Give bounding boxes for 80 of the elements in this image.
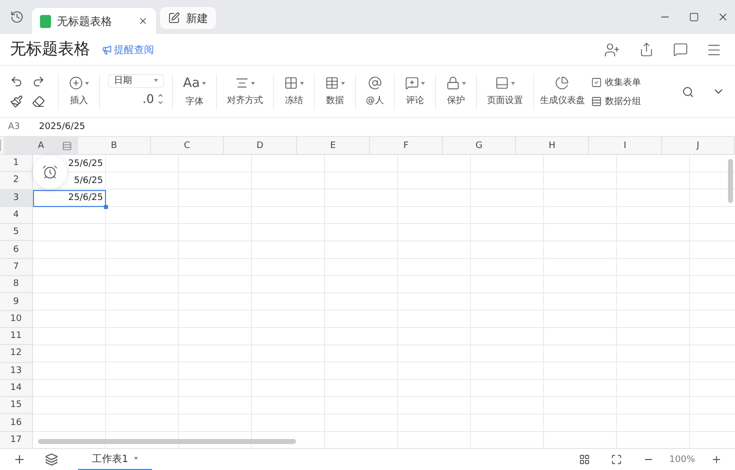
row-header[interactable]: 6 xyxy=(0,241,33,259)
document-tab[interactable]: 新建 xyxy=(160,7,216,29)
tool-icon xyxy=(494,76,509,90)
toolbar-button[interactable]: Aa 字体 xyxy=(177,76,212,108)
quick-action[interactable]: 收集表单 xyxy=(590,76,641,88)
remind-link[interactable]: 提醒查阅 xyxy=(102,42,154,56)
toolbar-button[interactable]: 页面设置 xyxy=(480,76,529,107)
column-header[interactable]: D xyxy=(224,137,297,155)
table-cell[interactable]: 5/6/25 xyxy=(74,176,106,186)
row-header[interactable]: 17 xyxy=(0,432,33,448)
document-title: 无标题表格 xyxy=(10,39,90,60)
megaphone-icon xyxy=(102,44,112,54)
formula-value[interactable]: 2025/6/25 xyxy=(33,122,86,132)
document-tab[interactable]: 无标题表格 xyxy=(32,8,156,34)
toolbar-button[interactable]: 对齐方式 xyxy=(220,76,269,107)
alarm-clock-icon xyxy=(42,164,58,180)
toolbar-button[interactable]: 插入 xyxy=(63,76,95,107)
eraser-icon xyxy=(32,95,45,108)
horizontal-scrollbar[interactable] xyxy=(38,439,296,444)
quick-action[interactable]: 数据分组 xyxy=(590,94,641,108)
undo-icon xyxy=(10,75,23,88)
column-header[interactable]: A xyxy=(5,137,78,155)
tool-icon xyxy=(324,76,339,90)
filter-icon[interactable] xyxy=(62,141,72,151)
edit-icon xyxy=(168,12,180,24)
table-cell[interactable]: 25/6/25 xyxy=(68,158,106,169)
cell-selection[interactable] xyxy=(33,190,106,207)
toolbar-button[interactable]: 评论 xyxy=(398,76,431,107)
tool-icon xyxy=(446,76,460,90)
row-header[interactable]: 16 xyxy=(0,414,33,432)
maximize-icon xyxy=(689,12,699,22)
column-header[interactable]: I xyxy=(589,137,662,155)
row-header[interactable]: 7 xyxy=(0,258,33,276)
row-header[interactable]: 10 xyxy=(0,310,33,328)
table-cell[interactable]: 25/6/25 xyxy=(68,193,106,204)
row-header[interactable]: 5 xyxy=(0,224,33,242)
column-header[interactable]: B xyxy=(78,137,151,155)
column-header[interactable]: G xyxy=(443,137,516,155)
close-icon xyxy=(138,16,148,26)
column-header[interactable]: E xyxy=(297,137,370,155)
row-header[interactable]: 11 xyxy=(0,328,33,346)
vertical-scrollbar[interactable] xyxy=(728,159,733,203)
tool-icon xyxy=(404,76,419,90)
row-header[interactable]: 3 xyxy=(0,190,33,207)
sheet-tab[interactable]: 工作表1 xyxy=(78,448,152,470)
column-header[interactable]: J xyxy=(662,137,735,155)
row-header[interactable]: 9 xyxy=(0,293,33,311)
column-header[interactable]: F xyxy=(370,137,443,155)
tool-icon xyxy=(284,76,298,90)
alarm-button[interactable] xyxy=(33,155,67,189)
toolbar-button[interactable]: 保护 xyxy=(440,76,472,107)
row-header[interactable]: 12 xyxy=(0,345,33,363)
checkbox-icon xyxy=(590,76,602,88)
column-header[interactable]: H xyxy=(516,137,589,155)
toolbar-button[interactable]: 冻结 xyxy=(278,76,310,107)
row-header[interactable]: 2 xyxy=(0,172,33,190)
column-header[interactable]: C xyxy=(151,137,224,155)
row-header[interactable]: 4 xyxy=(0,206,33,224)
row-header[interactable]: 13 xyxy=(0,362,33,380)
toolbar-button[interactable]: 数据 xyxy=(318,76,351,107)
toolbar-button[interactable]: @人 xyxy=(360,76,390,107)
sheet-icon xyxy=(40,14,51,28)
format-painter-icon xyxy=(10,95,23,108)
spinner-icon[interactable] xyxy=(157,92,164,106)
rows-icon xyxy=(590,96,602,106)
tool-icon xyxy=(234,76,249,90)
zoom-level: 100% xyxy=(669,454,695,464)
tool-icon xyxy=(368,76,382,90)
tool-icon xyxy=(555,76,570,90)
toolbar-button[interactable]: 生成仪表盘 xyxy=(534,76,591,107)
decimal-places: .0 xyxy=(142,92,154,106)
row-header[interactable]: 1 xyxy=(0,155,33,172)
tool-icon xyxy=(69,76,83,90)
redo-icon xyxy=(32,75,45,88)
row-header[interactable]: 15 xyxy=(0,397,33,414)
cell-reference: A3 xyxy=(7,122,21,132)
close-icon xyxy=(717,11,729,23)
format-dropdown[interactable]: 日期 xyxy=(108,74,164,88)
row-header[interactable]: 14 xyxy=(0,380,33,398)
row-header[interactable]: 8 xyxy=(0,276,33,294)
